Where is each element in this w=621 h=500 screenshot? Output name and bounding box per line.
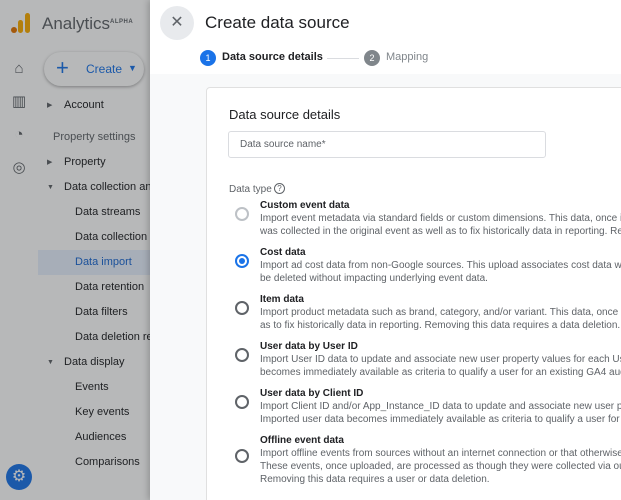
option-title: User data by Client ID	[260, 388, 364, 399]
option-description: Import event metadata via standard field…	[260, 212, 621, 238]
data-type-option[interactable]: Cost data Import ad cost data from non-Go…	[235, 247, 621, 293]
step-mapping[interactable]: 2 Mapping	[364, 50, 444, 66]
data-type-radio[interactable]	[235, 449, 249, 463]
data-type-radio[interactable]	[235, 254, 249, 268]
option-description-line: Import product metadata such as brand, c…	[260, 307, 621, 318]
help-icon[interactable]: ?	[274, 183, 285, 194]
option-description-line: Import User ID data to update and associ…	[260, 354, 621, 365]
data-type-radio[interactable]	[235, 301, 249, 315]
dialog-header: ✕ Create data source 1 Data source detai…	[150, 0, 621, 74]
option-description-line: Import event metadata via standard field…	[260, 213, 621, 224]
data-type-option[interactable]: User data by User ID Import User ID data …	[235, 341, 621, 387]
option-description-line: as to fix historically data in reporting…	[260, 320, 621, 331]
option-description-line: be deleted without impacting underlying …	[260, 273, 488, 284]
step-number: 2	[364, 50, 380, 66]
data-type-radio[interactable]	[235, 395, 249, 409]
option-description-line: was collected in the original event as w…	[260, 226, 621, 237]
option-description-line: Import offline events from sources witho…	[260, 448, 621, 459]
close-icon[interactable]: ✕	[160, 6, 194, 40]
option-title: Custom event data	[260, 200, 350, 211]
option-description: Import User ID data to update and associ…	[260, 353, 621, 379]
option-description-line: Import Client ID and/or App_Instance_ID …	[260, 401, 621, 412]
step-label: Data source details	[222, 51, 323, 63]
step-data-source-details[interactable]: 1 Data source details	[200, 50, 330, 66]
option-description: Import ad cost data from non-Google sour…	[260, 259, 621, 285]
data-type-option: Custom event data Import event metadata v…	[235, 200, 621, 246]
option-title: Cost data	[260, 247, 306, 258]
stepper-connector	[327, 58, 359, 59]
details-card: Data source details Data type ? Custom e…	[206, 87, 621, 500]
data-type-option[interactable]: User data by Client ID Import Client ID a…	[235, 388, 621, 434]
dialog-title: Create data source	[205, 13, 350, 32]
data-type-option[interactable]: Offline event data Import offline events …	[235, 435, 621, 485]
option-description: Import offline events from sources witho…	[260, 447, 621, 486]
data-source-name-input[interactable]	[228, 131, 546, 158]
option-description-line: Removing this data requires a user or da…	[260, 474, 490, 485]
option-description: Import Client ID and/or App_Instance_ID …	[260, 400, 621, 426]
option-title: Item data	[260, 294, 304, 305]
data-type-radio	[235, 207, 249, 221]
card-title: Data source details	[229, 107, 341, 122]
data-type-radio[interactable]	[235, 348, 249, 362]
option-description-line: These events, once uploaded, are process…	[260, 461, 621, 472]
option-title: User data by User ID	[260, 341, 358, 352]
data-type-label: Data type	[229, 184, 272, 195]
option-description-line: becomes immediately available as criteri…	[260, 367, 621, 378]
option-description-line: Import ad cost data from non-Google sour…	[260, 260, 621, 271]
option-description-line: Imported user data becomes immediately a…	[260, 414, 621, 425]
data-type-option[interactable]: Item data Import product metadata such as…	[235, 294, 621, 340]
option-description: Import product metadata such as brand, c…	[260, 306, 621, 332]
option-title: Offline event data	[260, 435, 344, 446]
step-label: Mapping	[386, 51, 429, 63]
step-number: 1	[200, 50, 216, 66]
